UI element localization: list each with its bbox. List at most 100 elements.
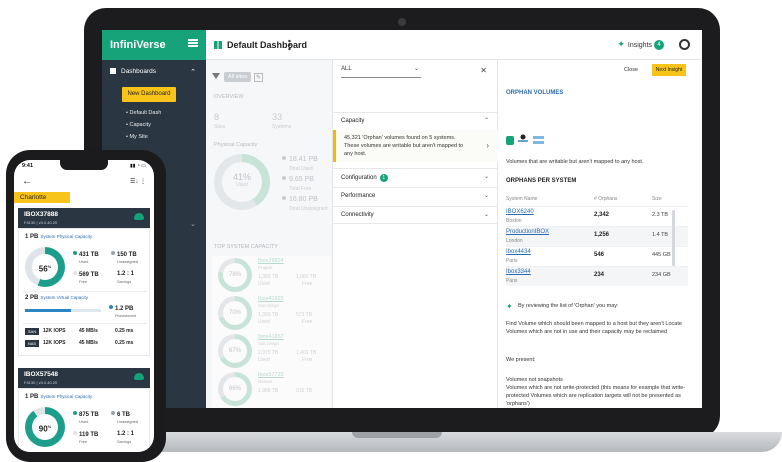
virtual-capacity-bar — [25, 309, 101, 312]
col-size[interactable]: Size — [652, 196, 662, 202]
next-insight-button[interactable]: Next Insight — [652, 64, 686, 76]
cloud-icon — [134, 213, 144, 220]
free-label: Free — [79, 279, 88, 284]
insight-description: Volumes that are writable but aren't map… — [506, 159, 644, 165]
chevron-up-icon[interactable]: ⌃ — [190, 68, 196, 76]
system-card-header[interactable]: IBOX57548 F4130 | v3.0.40.20 — [18, 368, 150, 388]
edit-icon[interactable]: ✎ — [253, 73, 263, 82]
system-name-link[interactable]: Ibox29824 — [258, 258, 284, 264]
system-name-link[interactable]: Ibox41826 — [258, 296, 284, 302]
section-capacity[interactable]: Capacity ⌃ — [333, 112, 499, 130]
sparkle-icon: ✦ — [617, 39, 625, 49]
top-bar: InfiniVerse Default Dashboard ✦ Insights 4 — [102, 30, 702, 60]
system-name-link[interactable]: Ibox41857 — [258, 334, 284, 340]
sidebar-item-capacity[interactable]: • Capacity — [126, 122, 151, 128]
insight-paragraph: Volumes not snapshots — [506, 377, 563, 383]
insight-paragraph: We present: — [506, 357, 536, 363]
config-count-badge: 1 — [379, 174, 388, 182]
chevron-right-icon: › — [486, 141, 489, 150]
system-link[interactable]: IBOX6240 — [506, 209, 534, 215]
system-row[interactable]: 70% Ibox41826 San Diego 1,393 TB Used 57… — [212, 294, 330, 334]
table-row[interactable]: IBOX6240 Boston 2,342 2.3 TB — [506, 206, 688, 226]
system-row[interactable]: 67% Ibox41857 San Diego 2,075 TB Used 1,… — [212, 332, 330, 372]
free-label: Free — [79, 439, 88, 444]
system-link[interactable]: Ibox4434 — [506, 249, 531, 255]
close-icon[interactable]: ✕ — [480, 66, 487, 75]
section-connectivity[interactable]: Connectivity ⌄ — [333, 206, 499, 224]
more-options-icon[interactable]: ⋮ — [140, 179, 146, 185]
system-free: 915 TB — [296, 388, 313, 394]
system-subtitle: F4130 | v3.0.40.20 — [24, 220, 58, 225]
more-options-icon[interactable] — [288, 39, 291, 50]
section-configuration[interactable]: Configuration 1 ⌄ — [333, 168, 499, 186]
unassigned-dot — [282, 196, 286, 200]
system-location: Boston — [506, 218, 522, 224]
nas-throughput: 45 MB/s — [79, 340, 98, 346]
laptop-notch — [352, 432, 442, 438]
physical-pct: 90 — [38, 424, 48, 434]
unassigned-stat: 150 TB — [111, 251, 137, 258]
site-filter-chip[interactable]: All sites — [224, 72, 251, 82]
orphan-alert-item[interactable]: 45,321 'Orphan' volumes found on 5 syste… — [333, 130, 499, 162]
sparkle-icon: ✦ — [506, 302, 513, 311]
system-name-link[interactable]: Ibox57733 — [258, 372, 284, 378]
insights-button[interactable]: ✦ Insights 4 — [617, 39, 664, 50]
sidebar-item-default-dash[interactable]: • Default Dash — [126, 110, 161, 116]
sidebar-item-my-site[interactable]: • My Site — [126, 134, 148, 140]
system-link[interactable]: ProductionIBOX — [506, 229, 549, 235]
total-free: 9.65 PB — [282, 176, 314, 183]
free-value: 569 TB — [79, 272, 99, 278]
dashboards-label: Dashboards — [121, 68, 157, 75]
back-arrow-icon[interactable]: ← — [22, 176, 32, 187]
unassigned-value: 6 TB — [117, 412, 131, 418]
close-button[interactable]: Close — [624, 67, 638, 73]
total-unassigned-value: 16.80 PB — [289, 196, 318, 203]
savings-value: 1.2 : 1 — [117, 431, 135, 437]
chevron-down-icon[interactable]: ⌄ — [190, 220, 196, 228]
site-label[interactable]: Charlotte — [14, 192, 70, 203]
product-mockup: InfiniVerse Default Dashboard ✦ Insights 4… — [0, 0, 782, 462]
used-value: 875 TB — [79, 412, 99, 418]
system-used-label: Used — [258, 319, 270, 325]
system-link[interactable]: Ibox3344 — [506, 269, 531, 275]
provisioned-dot — [109, 305, 113, 309]
hamburger-menu-icon[interactable] — [188, 39, 198, 47]
free-stat: 119 TB — [73, 431, 98, 438]
section-title: Capacity — [341, 118, 365, 124]
system-used-label: Used — [258, 357, 270, 363]
filter-icon[interactable] — [212, 73, 220, 79]
system-row[interactable]: 78% Ibox29824 Prague 1,383 TB Used 1,080… — [212, 256, 330, 296]
col-system-name[interactable]: System Name — [506, 196, 537, 202]
physical-capacity-row: 1 PB System Physical Capacity — [25, 394, 92, 400]
user-avatar-icon[interactable] — [679, 39, 690, 50]
table-row[interactable]: Ibox4434 Paris 546 445 GB — [506, 246, 688, 266]
sort-icon[interactable]: ☰↓ — [130, 179, 138, 185]
system-used: 1,988 TB — [258, 388, 279, 394]
col-orphans[interactable]: # Orphans — [594, 196, 617, 202]
used-dot — [73, 251, 77, 255]
table-scrollbar[interactable] — [672, 210, 675, 266]
sidebar-item-dashboards[interactable]: Dashboards — [110, 68, 156, 75]
system-free: 1,401 TB — [296, 350, 317, 356]
page-title: Default Dashboard — [214, 30, 307, 60]
system-row[interactable]: 66% Ibox57733 Denver 1,988 TB 915 TB — [212, 370, 330, 408]
table-row[interactable]: Ibox3344 Paris 234 234 GB — [506, 266, 688, 286]
system-location: London — [506, 238, 523, 244]
table-row[interactable]: ProductionIBOX London 1,256 1.4 TB — [506, 226, 688, 246]
section-performance[interactable]: Performance ⌄ — [333, 187, 499, 205]
system-subtitle: F4130 | v3.0.40.20 — [24, 380, 58, 385]
free-dot — [73, 431, 77, 435]
top-capacity-heading: TOP SYSTEM CAPACITY — [214, 244, 278, 250]
system-free: 1,080 TB — [296, 274, 317, 280]
brand-logo[interactable]: InfiniVerse — [102, 30, 206, 60]
divider — [23, 291, 147, 292]
insight-heading: ORPHAN VOLUMES — [506, 90, 564, 96]
san-latency: 0.25 ms — [115, 328, 134, 334]
scope-select[interactable]: ALL ⌄ — [341, 66, 421, 78]
system-card-header[interactable]: IBOX37888 F4130 | v3.0.40.20 — [18, 208, 150, 228]
new-dashboard-button[interactable]: New Dashboard — [122, 87, 176, 102]
subnav-label: Capacity — [129, 122, 151, 128]
cloud-icon — [134, 373, 144, 380]
system-used: 2,075 TB — [258, 350, 279, 356]
nas-tag: NAS — [25, 340, 39, 347]
